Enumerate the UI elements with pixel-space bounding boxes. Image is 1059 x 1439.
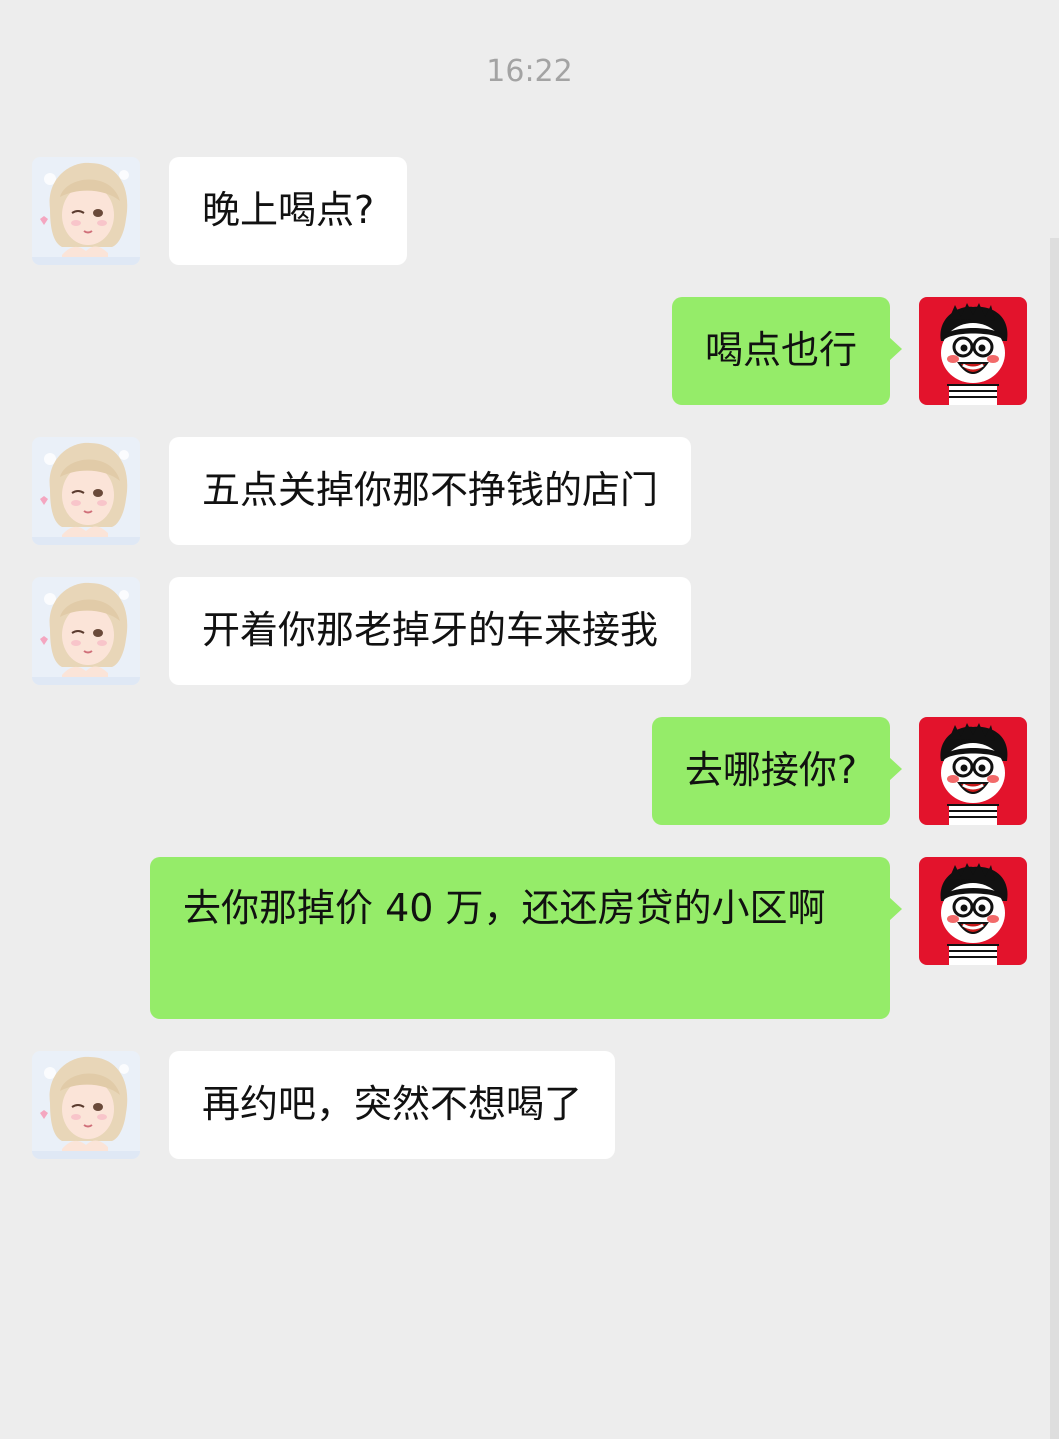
message-bubble-incoming[interactable]: 五点关掉你那不挣钱的店门: [169, 437, 692, 545]
message-bubble-incoming[interactable]: 开着你那老掉牙的车来接我: [169, 577, 692, 685]
my-avatar-icon[interactable]: [919, 717, 1027, 825]
friend-avatar-icon[interactable]: [32, 157, 140, 265]
message-bubble-outgoing[interactable]: 喝点也行: [671, 297, 903, 405]
friend-avatar-icon[interactable]: [32, 437, 140, 545]
message-bubble-incoming[interactable]: 晚上喝点?: [169, 157, 408, 265]
message-bubble-outgoing[interactable]: 去你那掉价 40 万，还还房贷的小区啊: [150, 857, 902, 1019]
my-avatar-icon[interactable]: [919, 857, 1027, 965]
friend-avatar-icon[interactable]: [32, 577, 140, 685]
chat-timestamp: 16:22: [486, 54, 573, 89]
message-bubble-outgoing[interactable]: 去哪接你?: [651, 717, 903, 825]
my-avatar-icon[interactable]: [919, 297, 1027, 405]
scrollbar-track[interactable]: [1050, 238, 1059, 1439]
friend-avatar-icon[interactable]: [32, 1051, 140, 1159]
message-bubble-incoming[interactable]: 再约吧，突然不想喝了: [169, 1051, 616, 1159]
